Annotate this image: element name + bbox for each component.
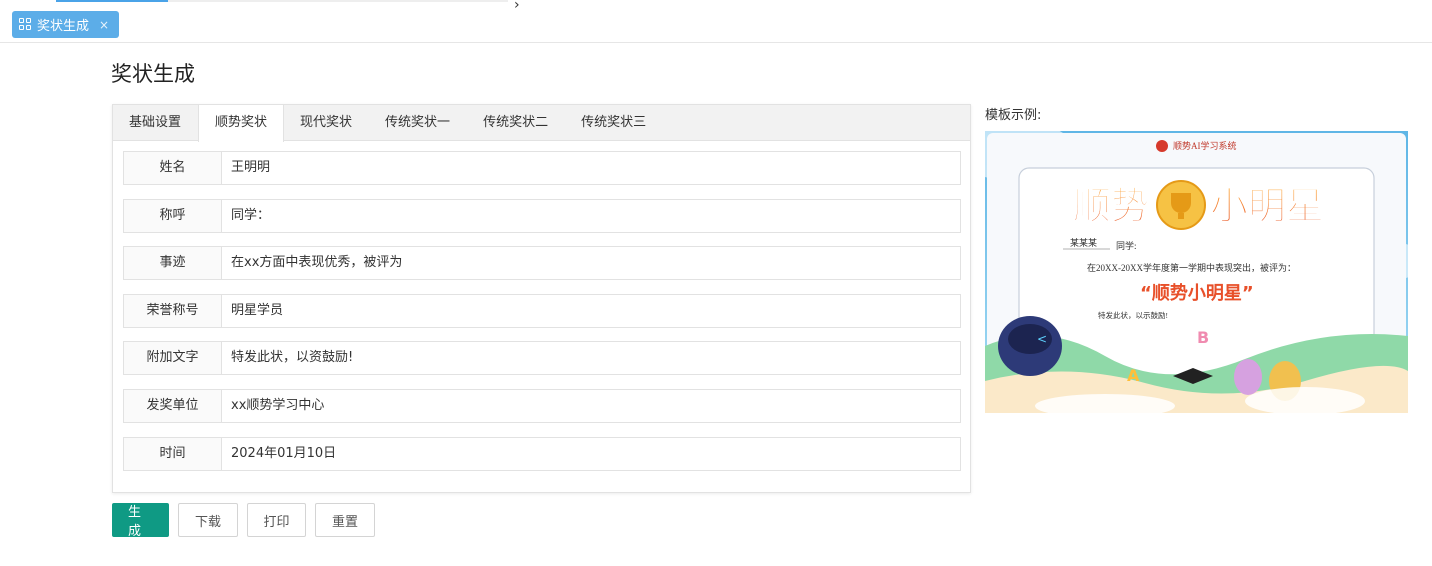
trophy-stem-shape bbox=[1178, 213, 1184, 219]
preview-headline-left: 顺势 bbox=[1073, 184, 1149, 228]
tab-basic-settings[interactable]: 基础设置 bbox=[113, 105, 198, 140]
salutation-label: 称呼 bbox=[124, 199, 222, 232]
letter-b-icon: B bbox=[1197, 328, 1209, 347]
certificate-preview: 顺势AI学习系统 顺势 小明星 某某某 同学: 在20XX-20XX学年度第一学… bbox=[985, 131, 1408, 413]
preview-body: 在20XX-20XX学年度第一学期中表现突出，被评为： bbox=[1087, 262, 1296, 273]
close-icon[interactable]: × bbox=[99, 18, 109, 32]
logo-icon bbox=[1156, 140, 1168, 152]
grid-icon bbox=[19, 18, 32, 31]
robot-eye-icon: < bbox=[1037, 332, 1047, 346]
extra-text-label: 附加文字 bbox=[124, 342, 222, 375]
template-preview-image: 顺势AI学习系统 顺势 小明星 某某某 同学: 在20XX-20XX学年度第一学… bbox=[985, 131, 1408, 413]
tab-traditional-2[interactable]: 传统奖状二 bbox=[467, 105, 565, 140]
page-title: 奖状生成 bbox=[111, 62, 195, 86]
open-page-tab[interactable]: 奖状生成 × bbox=[12, 11, 119, 38]
preview-honor: “顺势小明星” bbox=[1140, 282, 1254, 304]
print-button[interactable]: 打印 bbox=[247, 503, 306, 537]
extra-text-input[interactable] bbox=[222, 342, 960, 375]
form-row-name: 姓名 bbox=[123, 151, 961, 185]
top-bar: › 奖状生成 × bbox=[0, 0, 1432, 43]
honor-label: 荣誉称号 bbox=[124, 294, 222, 327]
form-row-extra: 附加文字 bbox=[123, 341, 961, 376]
template-preview-label: 模板示例: bbox=[985, 108, 1042, 123]
preview-salutation: 同学: bbox=[1116, 240, 1137, 251]
form-row-date: 时间 bbox=[123, 436, 961, 471]
chevron-right-icon[interactable]: › bbox=[514, 0, 520, 13]
issuer-input[interactable] bbox=[222, 389, 960, 422]
issuer-label: 发奖单位 bbox=[124, 389, 222, 422]
honor-input[interactable] bbox=[222, 294, 960, 327]
deeds-label: 事迹 bbox=[124, 247, 222, 280]
tab-traditional-1[interactable]: 传统奖状一 bbox=[369, 105, 467, 140]
name-input[interactable] bbox=[222, 152, 960, 184]
date-input[interactable] bbox=[222, 437, 960, 470]
action-buttons: 生成 下载 打印 重置 bbox=[112, 503, 375, 539]
trophy-cup-shape bbox=[1171, 193, 1191, 213]
tab-modern-certificate[interactable]: 现代奖状 bbox=[284, 105, 369, 140]
form-row-salutation: 称呼 bbox=[123, 198, 961, 233]
tab-strip-line bbox=[168, 0, 508, 2]
name-label: 姓名 bbox=[124, 152, 222, 184]
form-row-honor: 荣誉称号 bbox=[123, 293, 961, 328]
balloon-shape bbox=[1234, 359, 1262, 395]
tab-traditional-3[interactable]: 传统奖状三 bbox=[565, 105, 663, 140]
form-row-issuer: 发奖单位 bbox=[123, 388, 961, 423]
date-label: 时间 bbox=[124, 437, 222, 470]
preview-header: 顺势AI学习系统 bbox=[1173, 140, 1237, 151]
preview-recipient: 某某某 bbox=[1070, 238, 1097, 248]
active-indicator bbox=[56, 0, 168, 2]
certificate-form-card: 基础设置 顺势奖状 现代奖状 传统奖状一 传统奖状二 传统奖状三 姓名 称呼 事… bbox=[112, 104, 971, 493]
salutation-input[interactable] bbox=[222, 199, 960, 232]
download-button[interactable]: 下载 bbox=[178, 503, 238, 537]
generate-button[interactable]: 生成 bbox=[112, 503, 169, 539]
preview-headline-right: 小明星 bbox=[1210, 184, 1324, 228]
deeds-input[interactable] bbox=[222, 247, 960, 280]
preview-closing: 特发此状，以示鼓励! bbox=[1098, 310, 1168, 320]
tab-shunshi-certificate[interactable]: 顺势奖状 bbox=[198, 105, 285, 142]
form-row-deeds: 事迹 bbox=[123, 246, 961, 281]
letter-a-icon: A bbox=[1127, 366, 1140, 385]
open-page-tab-label: 奖状生成 bbox=[37, 19, 90, 34]
reset-button[interactable]: 重置 bbox=[315, 503, 375, 537]
template-tabs: 基础设置 顺势奖状 现代奖状 传统奖状一 传统奖状二 传统奖状三 bbox=[113, 105, 970, 142]
